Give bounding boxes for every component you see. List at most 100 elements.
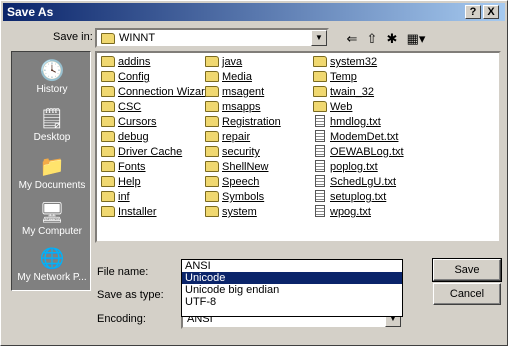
file-name-text: poplog.txt (330, 161, 378, 173)
history-icon: 🕓 (39, 60, 65, 82)
folder-icon (101, 131, 115, 142)
text-file-icon (315, 115, 325, 127)
file-name-text: repair (222, 131, 251, 143)
folder-item[interactable]: Media (205, 70, 252, 85)
folder-item[interactable]: ShellNew (205, 160, 268, 175)
folder-icon (205, 131, 219, 142)
folder-icon (101, 71, 115, 82)
encoding-dropdown-list[interactable]: ANSI Unicode Unicode big endian UTF-8 (181, 259, 403, 317)
file-name-text: Installer (118, 206, 157, 218)
back-arrow-icon[interactable]: ⇐ (343, 31, 361, 47)
folder-item[interactable]: msapps (205, 100, 261, 115)
file-item[interactable]: SchedLgU.txt (313, 175, 396, 190)
places-item-history[interactable]: 🕓 History (12, 58, 92, 95)
folder-item[interactable]: Fonts (101, 160, 146, 175)
file-item[interactable]: ModemDet.txt (313, 130, 398, 145)
my-network-places-icon: 🌐 (39, 248, 65, 270)
folder-item[interactable]: debug (101, 130, 149, 145)
file-name-text: Driver Cache (118, 146, 183, 158)
file-name-text: debug (118, 131, 149, 143)
folder-item[interactable]: system32 (313, 55, 377, 70)
file-name-text: system (222, 206, 257, 218)
places-item-my-network-places[interactable]: 🌐 My Network P... (12, 246, 92, 283)
save-in-combo[interactable]: WINNT ▼ (95, 28, 329, 48)
folder-item[interactable]: Speech (205, 175, 259, 190)
folder-icon (101, 86, 115, 97)
close-button[interactable]: X (483, 5, 499, 19)
folder-item[interactable]: Temp (313, 70, 357, 85)
folder-item[interactable]: system (205, 205, 257, 220)
cancel-button[interactable]: Cancel (433, 283, 501, 305)
file-name-text: Config (118, 71, 150, 83)
save-as-type-label: Save as type: (97, 289, 164, 301)
help-button[interactable]: ? (465, 5, 481, 19)
file-name-text: msagent (222, 86, 265, 98)
folder-icon (205, 101, 219, 112)
file-name-text: twain_32 (330, 86, 375, 98)
title-bar: Save As ? X (3, 3, 505, 21)
file-item[interactable]: poplog.txt (313, 160, 378, 175)
encoding-option-selected[interactable]: Unicode (182, 272, 402, 284)
encoding-option[interactable]: ANSI (182, 260, 402, 272)
folder-icon (205, 206, 219, 217)
encoding-option[interactable]: Unicode big endian (182, 284, 402, 296)
folder-item[interactable]: java (205, 55, 242, 70)
folder-icon (101, 33, 115, 44)
folder-icon (205, 116, 219, 127)
folder-item[interactable]: msagent (205, 85, 264, 100)
file-list[interactable]: addins Config Connection Wizard CSC Cursors d… (95, 51, 501, 243)
folder-item[interactable]: Symbols (205, 190, 264, 205)
file-item[interactable]: setuplog.txt (313, 190, 386, 205)
file-name-text: SchedLgU.txt (330, 176, 397, 188)
file-name-text: Temp (330, 71, 357, 83)
save-button[interactable]: Save (432, 258, 502, 282)
file-name-text: Help (118, 176, 141, 188)
text-file-icon (315, 190, 325, 202)
folder-item[interactable]: Cursors (101, 115, 157, 130)
file-name-text: CSC (118, 101, 142, 113)
views-menu-icon[interactable]: ▦▾ (403, 31, 429, 47)
chevron-down-icon[interactable]: ▼ (311, 30, 327, 46)
file-name-text: security (222, 146, 260, 158)
folder-item[interactable]: addins (101, 55, 150, 70)
folder-item[interactable]: Help (101, 175, 141, 190)
text-file-icon (315, 130, 325, 142)
folder-icon (205, 176, 219, 187)
file-name-text: Connection Wizard (118, 86, 211, 98)
folder-item[interactable]: Web (313, 100, 352, 115)
folder-item[interactable]: Connection Wizard (101, 85, 211, 100)
up-folder-icon[interactable]: ⇧ (363, 31, 381, 47)
save-in-value: WINNT (119, 32, 156, 44)
places-item-my-computer[interactable]: 🖥 My Computer (12, 200, 92, 237)
places-bar: 🕓 History 🗒 Desktop 📁 My Documents 🖥 My … (11, 51, 91, 291)
folder-icon (205, 86, 219, 97)
file-name-text: Symbols (222, 191, 265, 203)
encoding-option[interactable]: UTF-8 (182, 296, 402, 308)
folder-item[interactable]: inf (101, 190, 130, 205)
folder-icon (313, 71, 327, 82)
file-name-label: File name: (97, 266, 149, 278)
new-folder-icon[interactable]: ✱ (383, 31, 401, 47)
file-item[interactable]: hmdlog.txt (313, 115, 381, 130)
encoding-label: Encoding: (97, 313, 146, 325)
file-item[interactable]: OEWABLog.txt (313, 145, 404, 160)
save-as-dialog: Save As ? X Save in: WINNT ▼ ⇐ ⇧ ✱ ▦▾ 🕓 … (0, 0, 508, 346)
file-item[interactable]: wpog.txt (313, 205, 371, 220)
text-file-icon (315, 205, 325, 217)
folder-item[interactable]: Registration (205, 115, 281, 130)
my-computer-icon: 🖥 (39, 202, 65, 224)
file-name-text: Registration (222, 116, 281, 128)
file-name-text: setuplog.txt (330, 191, 387, 203)
my-documents-icon: 📁 (39, 156, 65, 178)
folder-item[interactable]: Driver Cache (101, 145, 182, 160)
text-file-icon (315, 160, 325, 172)
folder-item[interactable]: Config (101, 70, 150, 85)
folder-item[interactable]: CSC (101, 100, 141, 115)
folder-item[interactable]: repair (205, 130, 250, 145)
folder-item[interactable]: security (205, 145, 260, 160)
file-name-text: Web (330, 101, 353, 113)
folder-item[interactable]: Installer (101, 205, 157, 220)
folder-item[interactable]: twain_32 (313, 85, 374, 100)
places-item-desktop[interactable]: 🗒 Desktop (12, 106, 92, 143)
places-item-my-documents[interactable]: 📁 My Documents (12, 154, 92, 191)
